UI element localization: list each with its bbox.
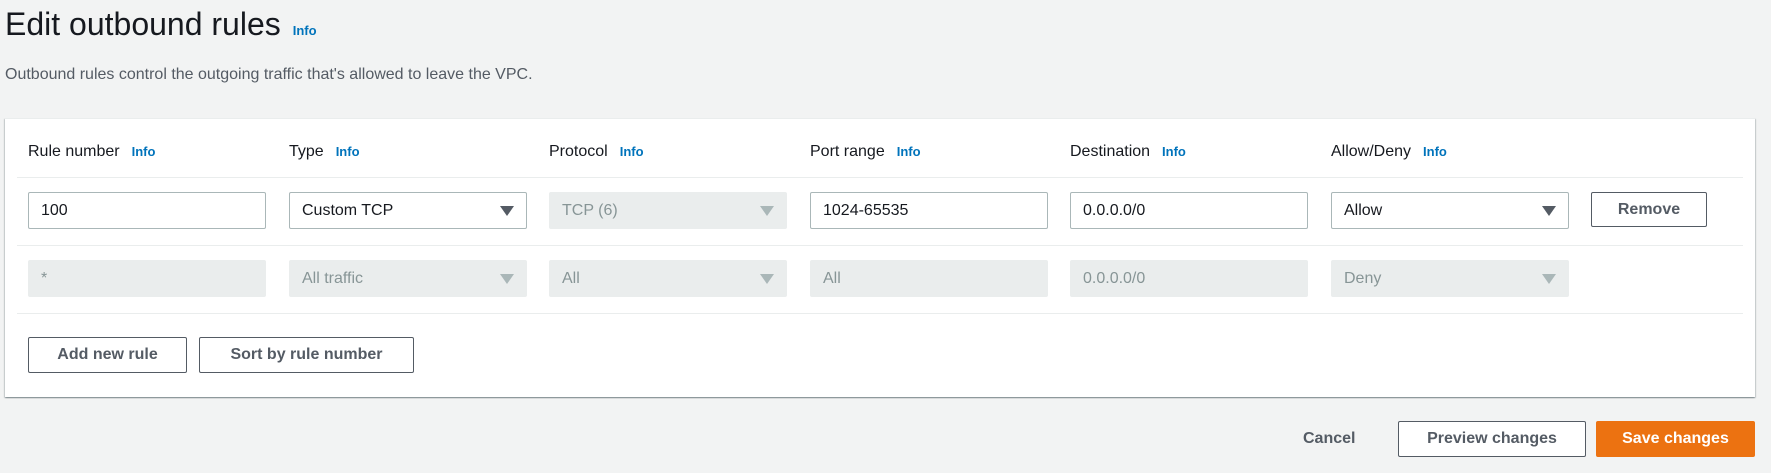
column-header-port-range: Port range Info (810, 143, 921, 161)
field-value: * (41, 269, 48, 287)
column-label: Port range (810, 143, 885, 160)
preview-changes-button[interactable]: Preview changes (1398, 421, 1586, 457)
column-label: Protocol (549, 143, 608, 160)
column-header-protocol: Protocol Info (549, 143, 644, 161)
rule-number-input: * (28, 260, 266, 297)
field-value: TCP (6) (562, 201, 618, 219)
cancel-button[interactable]: Cancel (1303, 421, 1355, 457)
caret-down-icon (760, 205, 774, 216)
destination-info-link[interactable]: Info (1162, 144, 1186, 159)
column-label: Type (289, 143, 324, 160)
protocol-select: All (549, 260, 787, 297)
column-header-allow-deny: Allow/Deny Info (1331, 143, 1447, 161)
caret-down-icon (1542, 273, 1556, 284)
field-value: Allow (1344, 201, 1383, 219)
column-label: Allow/Deny (1331, 143, 1412, 160)
type-select: All traffic (289, 260, 527, 297)
allow-deny-info-link[interactable]: Info (1423, 144, 1447, 159)
caret-down-icon (760, 273, 774, 284)
field-value: All (823, 269, 841, 287)
caret-down-icon (500, 205, 514, 216)
field-value: 0.0.0.0/0 (1083, 269, 1146, 287)
rule-number-info-link[interactable]: Info (132, 144, 156, 159)
title-info-link[interactable]: Info (293, 23, 317, 38)
port-range-input[interactable]: 1024-65535 (810, 192, 1048, 229)
page-description: Outbound rules control the outgoing traf… (5, 66, 533, 83)
protocol-info-link[interactable]: Info (620, 144, 644, 159)
caret-down-icon (500, 273, 514, 284)
field-value: 100 (41, 201, 68, 219)
type-info-link[interactable]: Info (336, 144, 360, 159)
allow-deny-select[interactable]: Allow (1331, 192, 1569, 229)
field-value: 0.0.0.0/0 (1083, 201, 1146, 219)
field-value: 1024-65535 (823, 201, 909, 219)
column-header-destination: Destination Info (1070, 143, 1186, 161)
port-range-input: All (810, 260, 1048, 297)
destination-input: 0.0.0.0/0 (1070, 260, 1308, 297)
row-divider (17, 313, 1743, 314)
field-value: All (562, 269, 580, 287)
caret-down-icon (1542, 205, 1556, 216)
protocol-select: TCP (6) (549, 192, 787, 229)
allow-deny-select: Deny (1331, 260, 1569, 297)
port-range-info-link[interactable]: Info (897, 144, 921, 159)
field-value: Deny (1344, 269, 1382, 287)
save-changes-button[interactable]: Save changes (1596, 421, 1755, 457)
column-header-rule-number: Rule number Info (28, 143, 155, 161)
page-header: Edit outbound rules Info (5, 6, 317, 43)
rules-panel: Rule number Info Type Info Protocol Info… (5, 118, 1755, 397)
type-select[interactable]: Custom TCP (289, 192, 527, 229)
header-divider (17, 177, 1743, 178)
remove-button[interactable]: Remove (1591, 192, 1707, 227)
column-label: Destination (1070, 143, 1151, 160)
column-label: Rule number (28, 143, 120, 160)
field-value: Custom TCP (302, 201, 394, 219)
field-value: All traffic (302, 269, 364, 287)
add-new-rule-button[interactable]: Add new rule (28, 337, 187, 373)
column-header-type: Type Info (289, 143, 360, 161)
destination-input[interactable]: 0.0.0.0/0 (1070, 192, 1308, 229)
page-title: Edit outbound rules (5, 6, 281, 42)
row-divider (17, 245, 1743, 246)
rule-number-input[interactable]: 100 (28, 192, 266, 229)
sort-by-rule-number-button[interactable]: Sort by rule number (199, 337, 414, 373)
